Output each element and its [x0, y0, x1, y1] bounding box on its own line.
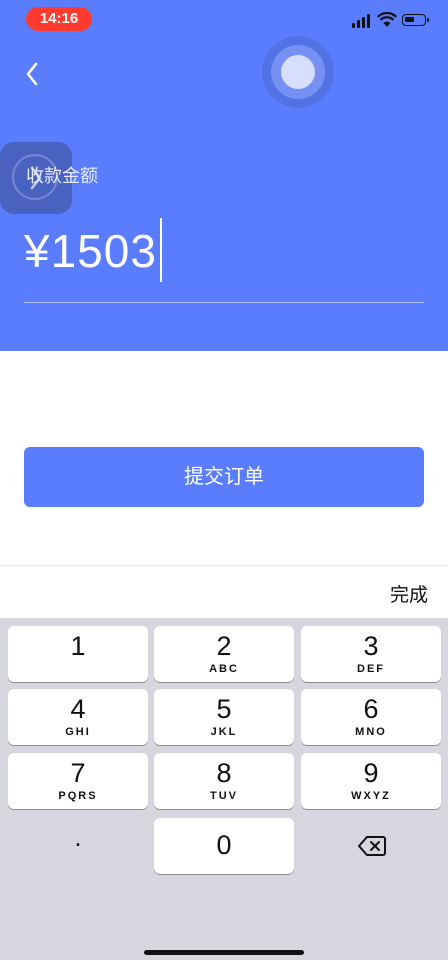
key-9[interactable]: 9 WXYZ — [301, 753, 441, 809]
submit-order-button[interactable]: 提交订单 — [24, 447, 424, 507]
text-cursor — [159, 218, 162, 282]
backspace-icon — [358, 836, 386, 856]
amount-input[interactable]: ¥1503 — [24, 218, 162, 284]
wifi-icon — [377, 12, 397, 27]
delete-key[interactable] — [301, 818, 441, 874]
key-2[interactable]: 2 ABC — [154, 626, 294, 682]
battery-icon — [402, 14, 429, 26]
key-7[interactable]: 7 PQRS — [8, 753, 148, 809]
header-panel: 14:16 收款金额 ¥1503 — [0, 0, 448, 351]
cellular-signal-icon — [352, 14, 372, 28]
currency-symbol: ¥ — [24, 225, 51, 277]
status-bar: 14:16 — [0, 0, 448, 40]
status-time: 14:16 — [26, 7, 92, 31]
amount-label: 收款金额 — [26, 166, 98, 186]
done-button[interactable]: 完成 — [390, 580, 428, 607]
key-decimal[interactable]: . — [8, 818, 148, 874]
assistive-touch-button[interactable] — [262, 36, 334, 108]
key-6[interactable]: 6 MNO — [301, 689, 441, 745]
key-3[interactable]: 3 DEF — [301, 626, 441, 682]
key-1[interactable]: 1 — [8, 626, 148, 682]
numeric-keyboard: 1 2 ABC 3 DEF 4 GHI 5 JKL 6 MNO 7 PQRS 8 TUV 9W… — [0, 618, 448, 960]
key-0[interactable]: 0 — [154, 818, 294, 874]
back-chevron-icon[interactable] — [18, 58, 50, 90]
key-4[interactable]: 4 GHI — [8, 689, 148, 745]
keyboard-toolbar: 完成 — [0, 565, 448, 619]
amount-value: 1503 — [50, 225, 157, 277]
home-indicator[interactable] — [144, 950, 304, 955]
amount-underline — [24, 302, 424, 303]
key-5[interactable]: 5 JKL — [154, 689, 294, 745]
key-8[interactable]: 8 TUV — [154, 753, 294, 809]
